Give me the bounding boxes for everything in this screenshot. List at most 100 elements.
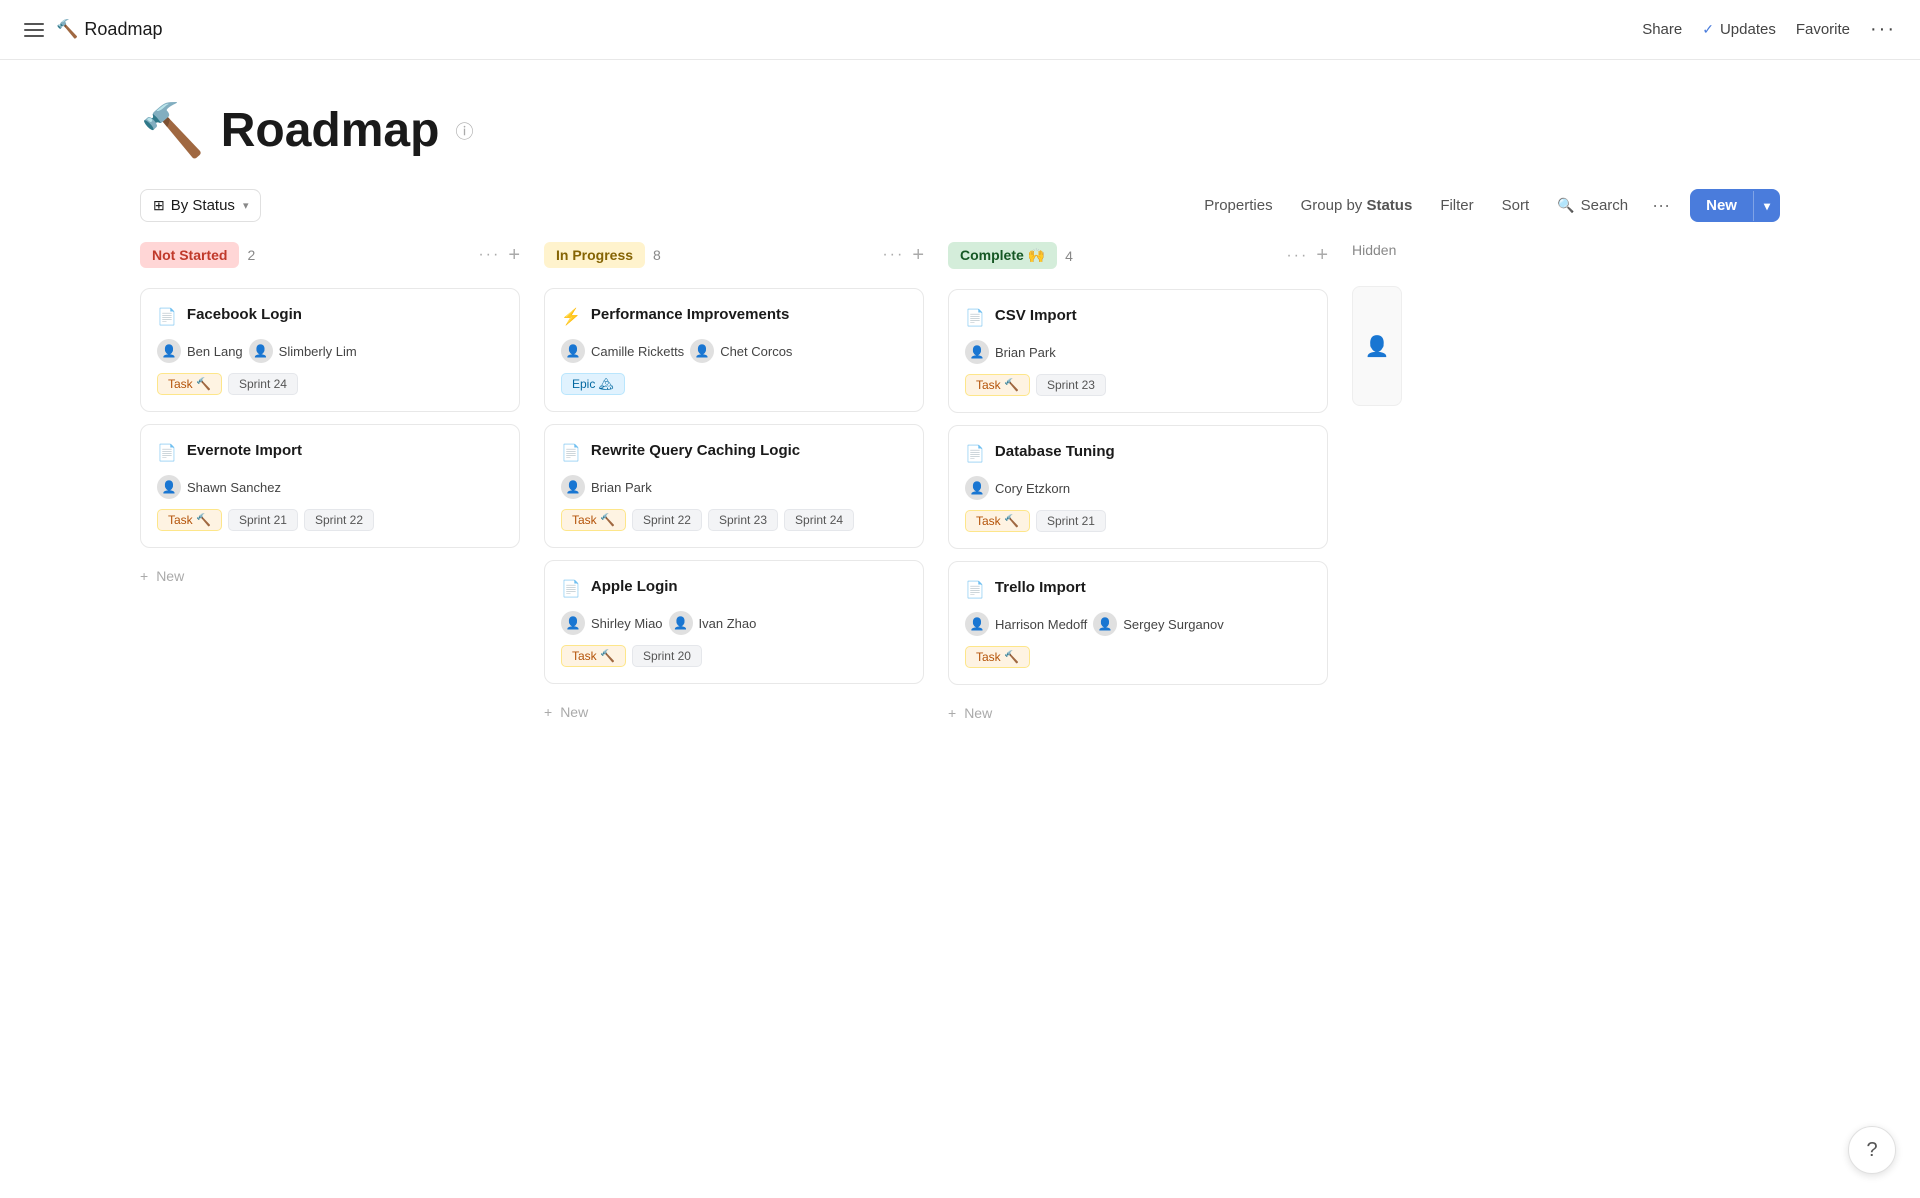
page-title: Roadmap bbox=[221, 103, 440, 158]
view-selector-chevron: ▾ bbox=[243, 199, 249, 212]
search-icon: 🔍 bbox=[1557, 197, 1574, 214]
help-button[interactable]: ? bbox=[1848, 1126, 1896, 1174]
add-new-row-not-started[interactable]: +New bbox=[140, 560, 520, 592]
card[interactable]: 📄Rewrite Query Caching Logic👤Brian ParkT… bbox=[544, 424, 924, 548]
card-title-row: 📄Facebook Login bbox=[157, 305, 503, 327]
hidden-column-label: Hidden bbox=[1352, 242, 1396, 258]
card-icon: 📄 bbox=[561, 579, 581, 599]
page-title-row: 🔨 Roadmap ⓘ bbox=[140, 100, 1780, 161]
status-badge-not-started: Not Started bbox=[140, 242, 239, 268]
view-selector-button[interactable]: ⊞ By Status ▾ bbox=[140, 189, 261, 222]
column-complete: Complete 🙌4···+📄CSV Import👤Brian ParkTas… bbox=[948, 238, 1328, 838]
card[interactable]: ⚡Performance Improvements👤Camille Ricket… bbox=[544, 288, 924, 412]
avatar: 👤 bbox=[157, 339, 181, 363]
card-title: Performance Improvements bbox=[591, 305, 789, 325]
avatar: 👤 bbox=[561, 475, 585, 499]
properties-button[interactable]: Properties bbox=[1192, 190, 1284, 221]
nav-title: 🔨 Roadmap bbox=[56, 19, 162, 40]
nav-right: Share ✓ Updates Favorite ··· bbox=[1642, 18, 1896, 41]
filter-button[interactable]: Filter bbox=[1428, 190, 1485, 221]
new-button[interactable]: New ▾ bbox=[1690, 189, 1780, 222]
add-new-row-complete[interactable]: +New bbox=[948, 697, 1328, 729]
tag-task: Task 🔨 bbox=[561, 509, 626, 531]
page-title-emoji: 🔨 bbox=[140, 100, 205, 161]
tag-task: Task 🔨 bbox=[965, 374, 1030, 396]
tag-task: Task 🔨 bbox=[157, 509, 222, 531]
card[interactable]: 📄Evernote Import👤Shawn SanchezTask 🔨Spri… bbox=[140, 424, 520, 548]
avatar: 👤 bbox=[965, 340, 989, 364]
tag-sprint: Sprint 22 bbox=[304, 509, 374, 531]
assignee-name: Chet Corcos bbox=[720, 344, 792, 359]
column-more-complete[interactable]: ··· bbox=[1286, 247, 1308, 265]
tag-task: Task 🔨 bbox=[965, 510, 1030, 532]
card-tags: Task 🔨Sprint 21Sprint 22 bbox=[157, 509, 503, 531]
tag-task: Task 🔨 bbox=[561, 645, 626, 667]
card-icon: 📄 bbox=[561, 443, 581, 463]
card-tags: Task 🔨Sprint 23 bbox=[965, 374, 1311, 396]
sort-button[interactable]: Sort bbox=[1490, 190, 1542, 221]
search-button[interactable]: 🔍 Search bbox=[1545, 190, 1640, 221]
toolbar-actions: Properties Group by Status Filter Sort 🔍… bbox=[1192, 189, 1780, 222]
tag-epic: Epic 🏔 bbox=[561, 373, 625, 395]
avatar: 👤 bbox=[561, 611, 585, 635]
card-icon: 📄 bbox=[965, 580, 985, 600]
info-icon[interactable]: ⓘ bbox=[455, 118, 473, 144]
nav-more-icon[interactable]: ··· bbox=[1870, 18, 1896, 41]
tag-sprint: Sprint 23 bbox=[708, 509, 778, 531]
menu-icon[interactable] bbox=[24, 23, 44, 37]
updates-label: Updates bbox=[1720, 21, 1776, 38]
plus-icon: + bbox=[140, 568, 148, 584]
card[interactable]: 📄 Trello Import 👤Harrison Medoff👤Sergey Su… bbox=[948, 561, 1328, 685]
card-icon: 📄 bbox=[157, 307, 177, 327]
plus-icon: + bbox=[544, 704, 552, 720]
add-new-row-in-progress[interactable]: +New bbox=[544, 696, 924, 728]
assignee-name: Ben Lang bbox=[187, 344, 243, 359]
updates-button[interactable]: ✓ Updates bbox=[1702, 21, 1776, 38]
column-header-not-started: Not Started2···+ bbox=[140, 238, 520, 272]
column-header-actions-not-started: ··· + bbox=[478, 244, 520, 267]
avatar: 👤 bbox=[1093, 612, 1117, 636]
card-title-row: 📄Evernote Import bbox=[157, 441, 503, 463]
card[interactable]: 📄Facebook Login👤Ben Lang👤Slimberly LimTa… bbox=[140, 288, 520, 412]
plus-icon: + bbox=[948, 705, 956, 721]
card-tags: Task 🔨Sprint 20 bbox=[561, 645, 907, 667]
card-title: Trello Import bbox=[995, 578, 1086, 598]
avatar: 👤 bbox=[157, 475, 181, 499]
card-title: Rewrite Query Caching Logic bbox=[591, 441, 800, 461]
view-selector-label: By Status bbox=[171, 197, 235, 214]
toolbar: ⊞ By Status ▾ Properties Group by Status… bbox=[0, 181, 1920, 238]
board: Not Started2···+📄Facebook Login👤Ben Lang… bbox=[0, 238, 1920, 838]
column-header-actions-in-progress: ··· + bbox=[882, 244, 924, 267]
group-by-button[interactable]: Group by Status bbox=[1289, 190, 1425, 221]
share-button[interactable]: Share bbox=[1642, 21, 1682, 38]
hidden-avatar-icon: 👤 bbox=[1365, 334, 1390, 359]
column-add-not-started[interactable]: + bbox=[508, 244, 520, 267]
card-tags: Task 🔨Sprint 24 bbox=[157, 373, 503, 395]
card[interactable]: 📄Database Tuning👤Cory EtzkornTask 🔨Sprin… bbox=[948, 425, 1328, 549]
column-not-started: Not Started2···+📄Facebook Login👤Ben Lang… bbox=[140, 238, 520, 838]
card-title: CSV Import bbox=[995, 306, 1077, 326]
card-tags: Epic 🏔 bbox=[561, 373, 907, 395]
card-title: Evernote Import bbox=[187, 441, 302, 461]
column-add-in-progress[interactable]: + bbox=[912, 244, 924, 267]
card-assignees: 👤Ben Lang👤Slimberly Lim bbox=[157, 339, 503, 363]
search-label: Search bbox=[1581, 197, 1629, 214]
card[interactable]: 📄Apple Login👤Shirley Miao👤Ivan ZhaoTask … bbox=[544, 560, 924, 684]
new-button-chevron[interactable]: ▾ bbox=[1753, 191, 1780, 221]
avatar: 👤 bbox=[965, 612, 989, 636]
column-more-in-progress[interactable]: ··· bbox=[882, 246, 904, 264]
card-assignees: 👤Cory Etzkorn bbox=[965, 476, 1311, 500]
avatar: 👤 bbox=[249, 339, 273, 363]
hidden-column: Hidden 👤 bbox=[1352, 238, 1412, 838]
favorite-button[interactable]: Favorite bbox=[1796, 21, 1850, 38]
column-header-complete: Complete 🙌4···+ bbox=[948, 238, 1328, 273]
toolbar-more-button[interactable]: ··· bbox=[1644, 189, 1678, 222]
card-title: Apple Login bbox=[591, 577, 678, 597]
card-assignees: 👤Harrison Medoff👤Sergey Surganov bbox=[965, 612, 1311, 636]
column-more-not-started[interactable]: ··· bbox=[478, 246, 500, 264]
card[interactable]: 📄CSV Import👤Brian ParkTask 🔨Sprint 23 bbox=[948, 289, 1328, 413]
avatar: 👤 bbox=[561, 339, 585, 363]
tag-sprint: Sprint 24 bbox=[228, 373, 298, 395]
column-add-complete[interactable]: + bbox=[1316, 244, 1328, 267]
tag-sprint: Sprint 22 bbox=[632, 509, 702, 531]
